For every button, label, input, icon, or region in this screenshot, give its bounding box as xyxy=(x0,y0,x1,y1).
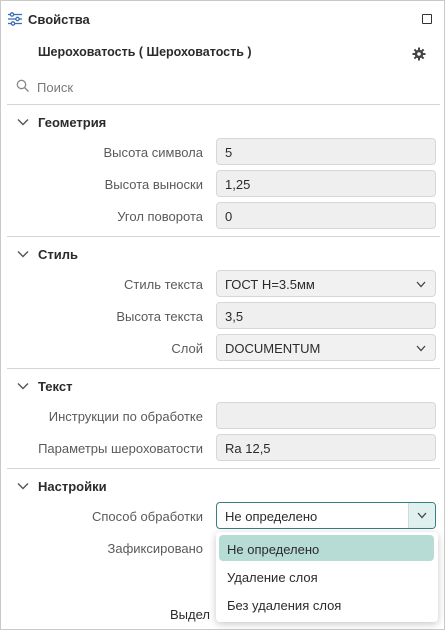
divider xyxy=(7,104,440,105)
section-text-title: Текст xyxy=(38,379,73,394)
roughness-params-field[interactable]: Ra 12,5 xyxy=(216,434,436,461)
leader-height-label: Высота выноски xyxy=(104,177,203,192)
search-input[interactable] xyxy=(37,77,417,97)
leader-height-field[interactable]: 1,25 xyxy=(216,170,436,197)
symbol-height-label: Высота символа xyxy=(103,145,203,160)
dropdown-option[interactable]: Без удаления слоя xyxy=(219,591,434,617)
text-style-select[interactable]: ГОСТ Н=3.5мм xyxy=(216,270,436,297)
divider xyxy=(7,368,440,369)
search-icon xyxy=(16,79,30,93)
chevron-down-icon xyxy=(17,383,29,390)
symbol-height-field[interactable]: 5 xyxy=(216,138,436,165)
processing-method-label: Способ обработки xyxy=(91,509,203,524)
chevron-down-icon xyxy=(416,281,426,288)
processing-instructions-field[interactable] xyxy=(216,402,436,429)
processing-instructions-label: Инструкции по обработке xyxy=(48,409,203,424)
chevron-down-icon xyxy=(17,483,29,490)
processing-method-value: Не определено xyxy=(225,509,318,524)
maximize-icon[interactable] xyxy=(422,14,432,24)
selection-label-truncated: Выдел xyxy=(170,607,210,622)
text-height-label: Высота текста xyxy=(116,309,203,324)
object-name: Шероховатость ( Шероховатость ) xyxy=(38,45,252,59)
layer-select[interactable]: DOCUMENTUM xyxy=(216,334,436,361)
fixed-label: Зафиксировано xyxy=(107,541,204,556)
divider xyxy=(7,236,440,237)
text-height-field[interactable]: 3,5 xyxy=(216,302,436,329)
dropdown-option[interactable]: Не определено xyxy=(219,535,434,561)
section-text-header[interactable]: Текст xyxy=(15,378,315,398)
text-style-value: ГОСТ Н=3.5мм xyxy=(225,277,315,292)
layer-label: Слой xyxy=(171,341,203,356)
panel-title: Свойства xyxy=(28,12,90,27)
chevron-down-icon xyxy=(417,512,427,519)
layer-value: DOCUMENTUM xyxy=(225,341,321,356)
section-settings-title: Настройки xyxy=(38,479,107,494)
section-style-title: Стиль xyxy=(38,247,78,262)
divider xyxy=(7,468,440,469)
section-geometry-title: Геометрия xyxy=(38,115,107,130)
search-bar xyxy=(15,77,435,97)
properties-panel: Свойства Шероховатость ( Шероховатость ) xyxy=(0,0,445,630)
section-style-header[interactable]: Стиль xyxy=(15,246,315,266)
rotation-angle-field[interactable]: 0 xyxy=(216,202,436,229)
panel-header: Свойства xyxy=(1,1,444,37)
dropdown-option[interactable]: Удаление слоя xyxy=(219,563,434,589)
chevron-down-icon xyxy=(17,119,29,126)
rotation-angle-label: Угол поворота xyxy=(117,209,203,224)
properties-icon xyxy=(7,12,23,26)
section-geometry-header[interactable]: Геометрия xyxy=(15,114,315,134)
text-style-label: Стиль текста xyxy=(124,277,203,292)
chevron-down-icon xyxy=(17,251,29,258)
chevron-down-icon xyxy=(416,345,426,352)
processing-method-select[interactable]: Не определено xyxy=(216,502,436,529)
gear-icon[interactable] xyxy=(412,47,426,61)
roughness-params-label: Параметры шероховатости xyxy=(38,441,203,456)
section-settings-header[interactable]: Настройки xyxy=(15,478,315,498)
dropdown-toggle[interactable] xyxy=(408,503,435,528)
processing-method-dropdown: Не определено Удаление слоя Без удаления… xyxy=(216,532,438,622)
